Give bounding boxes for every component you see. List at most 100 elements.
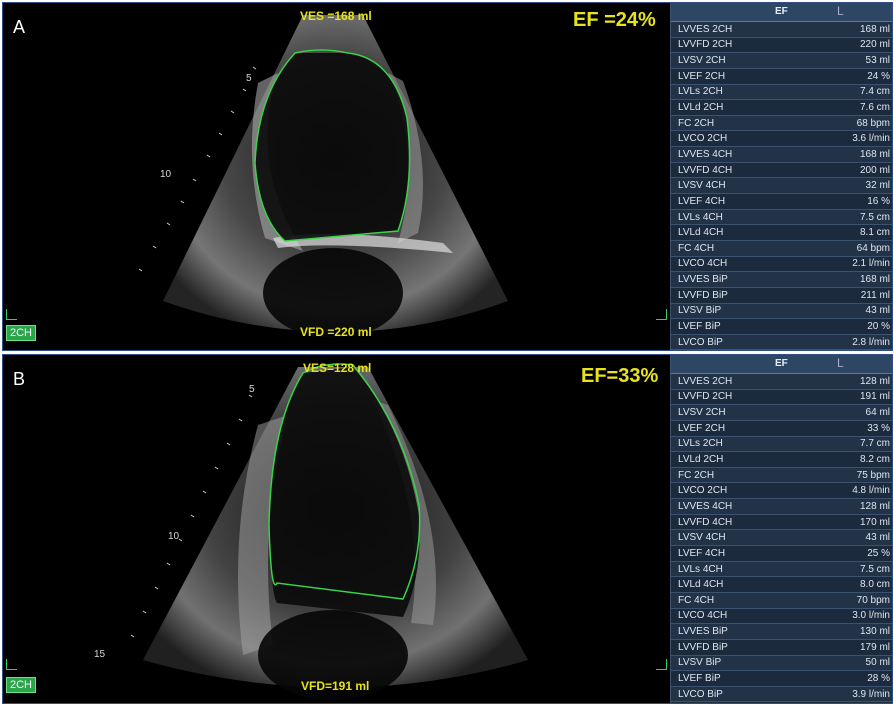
measurement-table-header[interactable]: EF L	[671, 3, 892, 22]
panel-label: A	[13, 17, 26, 37]
measurement-row[interactable]: LVVFD 4CH 170 ml	[671, 514, 892, 531]
measurement-row[interactable]: LVVFD BiP 211 ml	[671, 287, 892, 304]
measurement-name: FC 4CH	[678, 242, 715, 254]
measurement-value: 2.8 l/min	[852, 336, 890, 348]
measurement-name: FC 2CH	[678, 117, 715, 129]
ultrasound-view-b[interactable]: B VES=128 ml VFD=191 ml EF=33% 5 10 15 2…	[3, 355, 669, 703]
ultrasound-image-a	[138, 15, 508, 338]
measurement-row[interactable]: LVEF 4CH 25 %	[671, 546, 892, 562]
measurement-row[interactable]: LVCO 4CH 2.1 l/min	[671, 256, 892, 273]
measurement-row[interactable]: LVLd 4CH 8.0 cm	[671, 577, 892, 593]
measurement-value: 179 ml	[859, 641, 890, 653]
measurement-row[interactable]: LVLd 2CH 7.6 cm	[671, 100, 892, 116]
measurement-name: FC 4CH	[678, 594, 715, 606]
measurement-row[interactable]: LVCO BiP 3.9 l/min	[671, 686, 892, 703]
measurement-name: LVVES 2CH	[678, 23, 733, 35]
measurement-row[interactable]: LVCO 2CH 4.8 l/min	[671, 483, 892, 500]
measurement-row[interactable]: LVVES 2CH 168 ml	[671, 22, 892, 38]
measurement-name: LVCO 2CH	[678, 133, 728, 145]
measurement-row[interactable]: LVVES BiP 168 ml	[671, 272, 892, 288]
measurement-name: LVVES 2CH	[678, 375, 733, 387]
measurement-row[interactable]: LVSV BiP 43 ml	[671, 303, 892, 320]
measurement-name: LVVFD 2CH	[678, 39, 733, 51]
measurement-row[interactable]: LVCO 2CH 3.6 l/min	[671, 131, 892, 148]
measurement-value: 20 %	[867, 320, 890, 332]
measurement-row[interactable]: LVCO BiP 2.8 l/min	[671, 334, 892, 350]
measurement-name: LVVFD 4CH	[678, 164, 733, 176]
measurement-row[interactable]: FC 2CH 75 bpm	[671, 467, 892, 484]
measurement-rows: LVVES 2CH 128 ml LVVFD 2CH 191 ml LVSV 2CH 64…	[671, 374, 892, 703]
measurement-value: 25 %	[867, 547, 890, 559]
view-tag-2ch[interactable]: 2CH	[6, 677, 37, 693]
measurement-name: LVLs 2CH	[678, 86, 723, 98]
measurement-row[interactable]: LVSV BiP 50 ml	[671, 655, 892, 672]
measurement-row[interactable]: LVLs 2CH 7.7 cm	[671, 436, 892, 453]
table-header-title: EF	[775, 6, 788, 17]
measurement-name: LVVFD BiP	[678, 289, 728, 301]
measurement-value: 130 ml	[859, 626, 890, 638]
measurement-row[interactable]: LVVFD 2CH 220 ml	[671, 37, 892, 54]
measurement-row[interactable]: LVEF BiP 20 %	[671, 319, 892, 335]
measurement-row[interactable]: LVEF 4CH 16 %	[671, 194, 892, 210]
measurement-row[interactable]: LVSV 2CH 64 ml	[671, 405, 892, 421]
measurement-row[interactable]: LVLs 4CH 7.5 cm	[671, 209, 892, 226]
depth-mark-15: 15	[94, 649, 106, 660]
depth-mark-10: 10	[160, 169, 172, 180]
measurement-value: 168 ml	[859, 274, 890, 286]
measurement-row[interactable]: LVEF 2CH 33 %	[671, 420, 892, 437]
measurement-name: LVVES 4CH	[678, 148, 733, 160]
measurement-rows: LVVES 2CH 168 ml LVVFD 2CH 220 ml LVSV 2CH 53…	[671, 22, 892, 350]
measurement-row[interactable]: LVVFD 4CH 200 ml	[671, 162, 892, 179]
measurement-value: 33 %	[867, 422, 890, 434]
measurement-row[interactable]: LVCO 4CH 3.0 l/min	[671, 608, 892, 625]
measurement-row[interactable]: LVVFD 2CH 191 ml	[671, 389, 892, 406]
measurement-value: 220 ml	[859, 39, 890, 51]
measurement-row[interactable]: FC 2CH 68 bpm	[671, 115, 892, 132]
vfd-label: VFD=191 ml	[301, 679, 370, 693]
measurement-value: 7.4 cm	[859, 86, 890, 98]
measurement-table-a: EF L LVVES 2CH 168 ml LVVFD 2CH 220 ml LVSV …	[670, 3, 892, 350]
measurement-name: FC 2CH	[678, 469, 715, 481]
measurement-row[interactable]: LVVES 2CH 128 ml	[671, 374, 892, 390]
measurement-value: 64 bpm	[856, 242, 890, 254]
measurement-row[interactable]: LVLd 4CH 8.1 cm	[671, 225, 892, 241]
measurement-row[interactable]: LVEF 2CH 24 %	[671, 68, 892, 85]
measurement-row[interactable]: LVLd 2CH 8.2 cm	[671, 452, 892, 468]
measurement-row[interactable]: FC 4CH 64 bpm	[671, 240, 892, 257]
measurement-value: 8.0 cm	[859, 579, 890, 591]
measurement-row[interactable]: LVSV 4CH 32 ml	[671, 178, 892, 195]
measurement-row[interactable]: LVVES BiP 130 ml	[671, 624, 892, 640]
measurement-row[interactable]: FC 4CH 70 bpm	[671, 592, 892, 609]
measurement-row[interactable]: LVLs 4CH 7.5 cm	[671, 561, 892, 578]
measurement-value: 24 %	[867, 70, 890, 82]
measurement-row[interactable]: LVSV 2CH 53 ml	[671, 53, 892, 69]
measurement-name: LVSV 4CH	[678, 532, 726, 544]
measurement-name: LVVES BiP	[678, 626, 728, 638]
measurement-row[interactable]: LVSV 4CH 43 ml	[671, 530, 892, 547]
ultrasound-view-a[interactable]: A VES =168 ml VFD =220 ml EF =24% 5 10 2…	[3, 3, 669, 350]
measurement-value: 68 bpm	[856, 117, 890, 129]
measurement-row[interactable]: LVVFD BiP 179 ml	[671, 639, 892, 656]
measurement-value: 75 bpm	[856, 469, 890, 481]
measurement-name: LVVES 4CH	[678, 500, 733, 512]
measurement-value: 28 %	[867, 672, 890, 684]
measurement-name: LVVFD 4CH	[678, 516, 733, 528]
measurement-name: LVEF 4CH	[678, 195, 726, 207]
measurement-row[interactable]: LVVES 4CH 128 ml	[671, 499, 892, 515]
measurement-value: 128 ml	[859, 375, 890, 387]
measurement-row[interactable]: LVVES 4CH 168 ml	[671, 147, 892, 163]
view-tag-2ch[interactable]: 2CH	[6, 325, 37, 341]
measurement-row[interactable]: LVLs 2CH 7.4 cm	[671, 84, 892, 101]
measurement-row[interactable]: LVEF BiP 28 %	[671, 671, 892, 687]
measurement-value: 8.2 cm	[859, 454, 890, 466]
measurement-table-b: EF L LVVES 2CH 128 ml LVVFD 2CH 191 ml LVSV …	[670, 355, 892, 703]
measurement-value: 168 ml	[859, 148, 890, 160]
measurement-name: LVCO 4CH	[678, 610, 728, 622]
measurement-value: 3.9 l/min	[852, 688, 890, 700]
measurement-name: LVLd 2CH	[678, 102, 724, 114]
vfd-label: VFD =220 ml	[300, 325, 372, 339]
measurement-value: 43 ml	[865, 305, 890, 317]
corner-marker	[6, 309, 17, 320]
measurement-name: LVLs 4CH	[678, 211, 723, 223]
measurement-table-header[interactable]: EF L	[671, 355, 892, 374]
